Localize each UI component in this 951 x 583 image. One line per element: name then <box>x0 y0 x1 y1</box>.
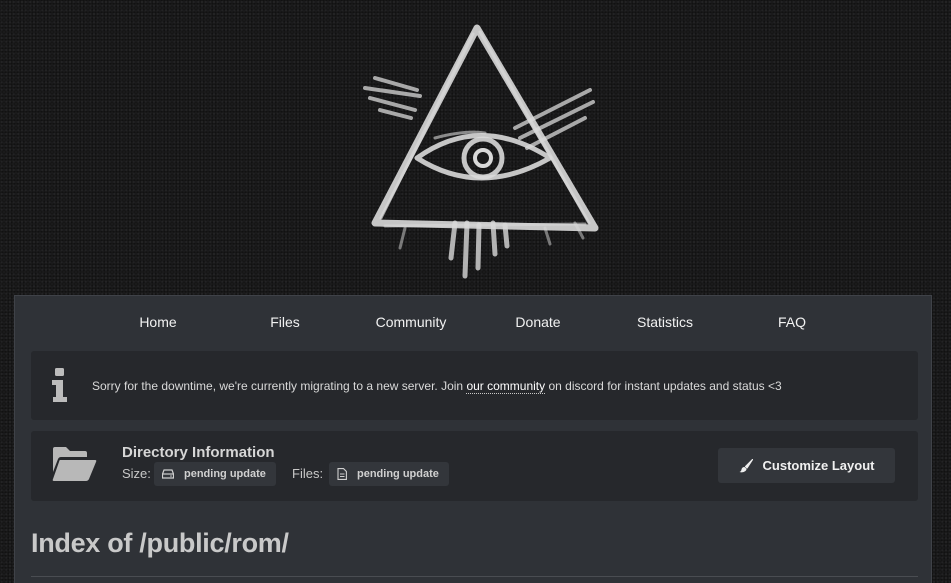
info-icon <box>52 368 67 402</box>
notice-text-after: on discord for instant updates and statu… <box>545 379 782 393</box>
open-folder-icon <box>52 447 97 481</box>
nav-donate[interactable]: Donate <box>515 314 560 330</box>
size-chip: pending update <box>154 462 276 486</box>
header-banner <box>0 0 951 295</box>
main-nav: Home Files Community Donate Statistics F… <box>15 296 931 348</box>
page-title: Index of /public/rom/ <box>31 528 289 558</box>
hard-drive-icon <box>162 469 174 479</box>
nav-faq[interactable]: FAQ <box>778 314 806 330</box>
downtime-notice: Sorry for the downtime, we're currently … <box>31 351 918 420</box>
file-icon <box>337 468 347 480</box>
nav-home[interactable]: Home <box>139 314 176 330</box>
notice-text: Sorry for the downtime, we're currently … <box>92 379 782 394</box>
files-value: pending update <box>357 468 439 480</box>
size-value: pending update <box>184 468 266 480</box>
eye-triangle-logo <box>363 24 599 279</box>
nav-statistics[interactable]: Statistics <box>637 314 693 330</box>
directory-info: Directory Information Size: pending upda… <box>31 431 918 501</box>
heading-divider <box>31 576 918 577</box>
notice-text-before: Sorry for the downtime, we're currently … <box>92 379 467 393</box>
paintbrush-icon <box>739 458 753 472</box>
files-label: Files: <box>292 466 324 481</box>
main-panel: Home Files Community Donate Statistics F… <box>14 295 932 583</box>
files-chip: pending update <box>329 462 449 486</box>
nav-files[interactable]: Files <box>270 314 300 330</box>
community-link[interactable]: our community <box>466 379 546 394</box>
size-label: Size: <box>122 466 151 481</box>
nav-community[interactable]: Community <box>376 314 447 330</box>
directory-title: Directory Information <box>122 444 275 461</box>
customize-layout-button[interactable]: Customize Layout <box>718 448 895 483</box>
customize-layout-label: Customize Layout <box>762 458 875 473</box>
